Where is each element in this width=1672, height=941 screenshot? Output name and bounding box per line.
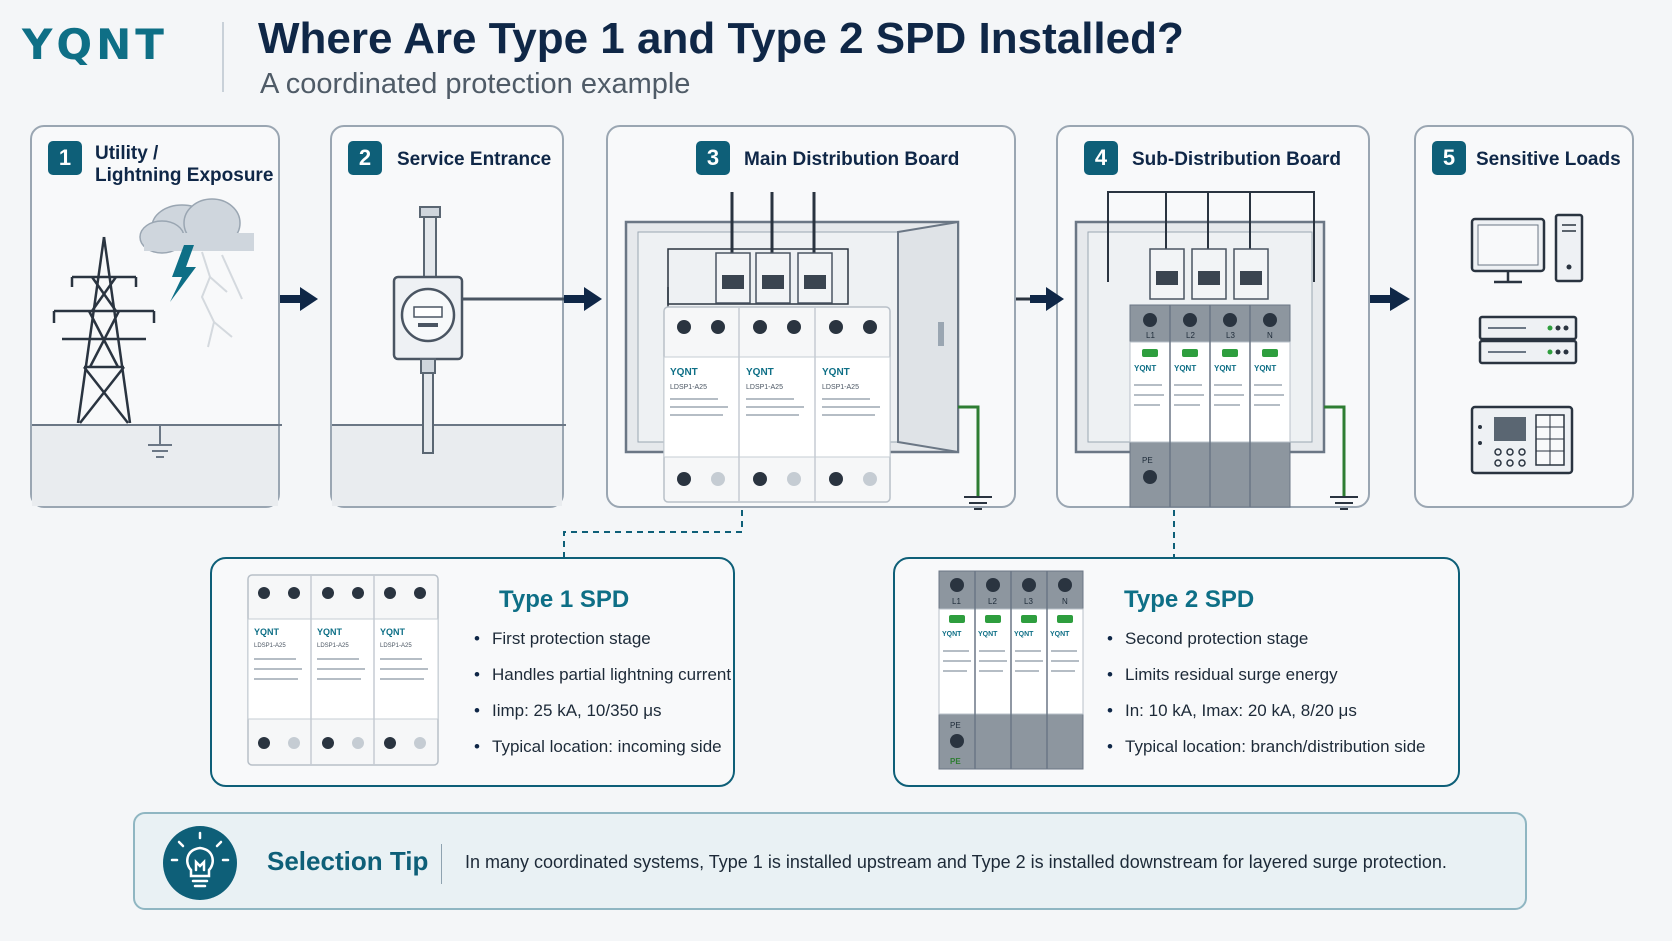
- spd-brand-text: YQNT: [1174, 364, 1196, 373]
- ground-icon: [964, 496, 992, 510]
- spd-brand-text: YQNT: [1014, 631, 1034, 638]
- pole-label: L3: [1226, 331, 1235, 340]
- list-item: Limits residual surge energy: [1107, 663, 1426, 699]
- type1-bullets: First protection stage Handles partial l…: [474, 627, 731, 771]
- type1-spd-image: YQNT YQNT YQNT LDSP1-A25 LDSP1-A25 LDSP1…: [247, 574, 439, 766]
- list-item: In: 10 kA, Imax: 20 kA, 8/20 μs: [1107, 699, 1426, 735]
- stage-utility: 1 Utility / Lightning Exposure: [30, 125, 282, 508]
- type1-title: Type 1 SPD: [499, 586, 630, 613]
- pole-label: L1: [1146, 331, 1155, 340]
- pole-label: N: [1267, 331, 1273, 340]
- pole-label: L2: [988, 597, 997, 606]
- brand-logo: YQNT: [22, 20, 168, 69]
- spd-brand-text: YQNT: [746, 367, 774, 378]
- pe-label: PE: [950, 721, 961, 730]
- spd-model-text: LDSP1-A25: [670, 384, 707, 391]
- spd-brand-text: YQNT: [1134, 364, 1156, 373]
- spd-brand-text: YQNT: [254, 627, 280, 637]
- header-divider: [222, 22, 224, 92]
- type2-spd-image: L1 L2 L3 N YQNT YQNT YQNT YQNT PE PE: [938, 570, 1084, 770]
- stage-sub-distribution-board: 4 Sub-Distribution Board L1 L2 L3 N YQNT…: [1056, 125, 1370, 510]
- pe-label: PE: [950, 757, 961, 766]
- breaker-icon: [1149, 248, 1269, 300]
- type2-bullets: Second protection stage Limits residual …: [1107, 627, 1426, 771]
- pole-label: L2: [1186, 331, 1195, 340]
- ground-icon: [1330, 496, 1358, 510]
- spd-model-text: LDSP1-A25: [822, 384, 859, 391]
- tip-divider: [441, 844, 442, 884]
- selection-tip-banner: Selection Tip In many coordinated system…: [133, 812, 1527, 910]
- type1-spd-device: YQNT YQNT YQNT LDSP1-A25 LDSP1-A25 LDSP1…: [663, 306, 891, 503]
- list-item: Handles partial lightning current: [474, 663, 731, 699]
- spd-model-text: LDSP1-A25: [380, 643, 412, 649]
- pole-label: L3: [1024, 597, 1033, 606]
- server-icon: [1478, 315, 1578, 365]
- flow-arrow-icon: [1370, 287, 1410, 311]
- list-item: Typical location: incoming side: [474, 735, 731, 771]
- pole-label: L1: [952, 597, 961, 606]
- service-entrance-illustration: [332, 206, 566, 506]
- list-item: Typical location: branch/distribution si…: [1107, 735, 1426, 771]
- type2-spd-device-photo: L1 L2 L3 N YQNT YQNT YQNT YQNT PE PE: [938, 570, 1084, 770]
- page-subtitle: A coordinated protection example: [260, 68, 691, 100]
- list-item: Second protection stage: [1107, 627, 1426, 663]
- computer-icon: [1470, 213, 1584, 284]
- spd-model-text: LDSP1-A25: [317, 643, 349, 649]
- lightbulb-icon: [163, 826, 237, 900]
- stage-service-entrance: 2 Service Entrance: [330, 125, 566, 508]
- type2-info-card: L1 L2 L3 N YQNT YQNT YQNT YQNT PE PE Typ…: [893, 557, 1460, 787]
- spd-brand-text: YQNT: [1214, 364, 1236, 373]
- tower-icon: [52, 236, 156, 424]
- lightning-bolt-icon: [170, 245, 196, 302]
- stage-sensitive-loads: 5 Sensitive Loads: [1414, 125, 1634, 508]
- stage-main-distribution-board: 3 Main Distribution Board YQNT YQNT YQNT…: [606, 125, 1016, 510]
- spd-brand-text: YQNT: [380, 627, 406, 637]
- flow-arrow-icon: [280, 287, 318, 311]
- list-item: First protection stage: [474, 627, 731, 663]
- flow-arrow-icon: [564, 287, 602, 311]
- sensitive-loads-illustration: [1470, 213, 1584, 475]
- pe-label: PE: [1142, 456, 1153, 465]
- spd-model-text: LDSP1-A25: [254, 643, 286, 649]
- spd-brand-text: YQNT: [670, 367, 698, 378]
- pole-label: N: [1062, 597, 1068, 606]
- spd-brand-text: YQNT: [942, 631, 962, 638]
- type2-title: Type 2 SPD: [1124, 586, 1255, 613]
- storm-cloud-icon: [139, 198, 254, 254]
- spd-brand-text: YQNT: [1050, 631, 1070, 638]
- type1-spd-device-photo: YQNT YQNT YQNT LDSP1-A25 LDSP1-A25 LDSP1…: [247, 574, 439, 766]
- callout-connector: [563, 510, 743, 557]
- spd-brand-text: YQNT: [978, 631, 998, 638]
- type2-spd-device: L1 L2 L3 N YQNT YQNT YQNT YQNT PE: [1129, 304, 1291, 508]
- type1-info-card: YQNT YQNT YQNT LDSP1-A25 LDSP1-A25 LDSP1…: [210, 557, 735, 787]
- tip-title: Selection Tip: [267, 846, 429, 876]
- control-panel-icon: [1470, 405, 1574, 475]
- page-title: Where Are Type 1 and Type 2 SPD Installe…: [258, 14, 1184, 63]
- breaker-icon: [715, 252, 833, 304]
- main-board-illustration: YQNT YQNT YQNT LDSP1-A25 LDSP1-A25 LDSP1…: [624, 192, 992, 510]
- tip-text: In many coordinated systems, Type 1 is i…: [465, 852, 1447, 872]
- spd-brand-text: YQNT: [1254, 364, 1276, 373]
- list-item: Iimp: 25 kA, 10/350 μs: [474, 699, 731, 735]
- transmission-tower-illustration: [32, 198, 282, 506]
- spd-brand-text: YQNT: [822, 367, 850, 378]
- spd-model-text: LDSP1-A25: [746, 384, 783, 391]
- sub-board-illustration: L1 L2 L3 N YQNT YQNT YQNT YQNT PE: [1074, 191, 1358, 510]
- spd-brand-text: YQNT: [317, 627, 343, 637]
- electric-meter-icon: [392, 275, 464, 361]
